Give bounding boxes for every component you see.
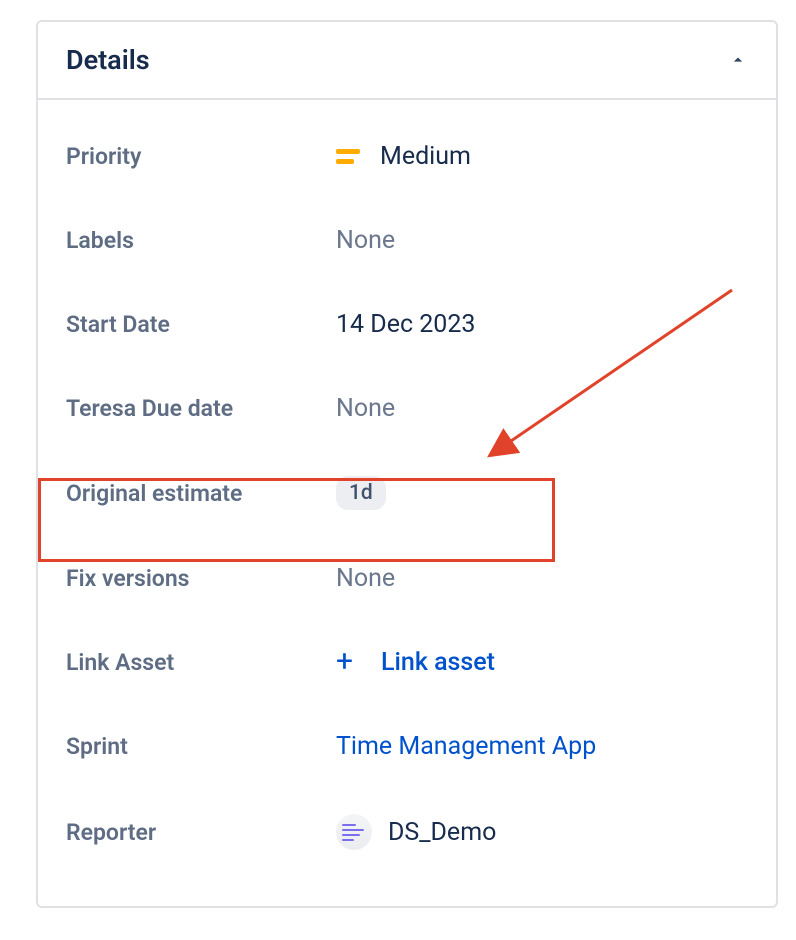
details-panel: Details Priority Medium Labels None Star… bbox=[36, 20, 778, 908]
details-panel-body: Priority Medium Labels None Start Date 1… bbox=[38, 100, 776, 906]
priority-value: Medium bbox=[336, 142, 471, 171]
field-label: Sprint bbox=[66, 733, 336, 760]
field-label: Original estimate bbox=[66, 480, 336, 507]
avatar bbox=[336, 814, 372, 850]
sprint-link[interactable]: Time Management App bbox=[336, 732, 596, 761]
field-label: Fix versions bbox=[66, 565, 336, 592]
field-label: Priority bbox=[66, 143, 336, 170]
priority-text: Medium bbox=[380, 142, 471, 171]
field-label: Labels bbox=[66, 227, 336, 254]
field-label: Link Asset bbox=[66, 649, 336, 676]
field-label: Reporter bbox=[66, 819, 336, 846]
link-asset-text: Link asset bbox=[381, 648, 495, 677]
chevron-up-icon bbox=[728, 50, 748, 70]
field-row-sprint[interactable]: Sprint Time Management App bbox=[38, 704, 776, 788]
field-row-original-estimate[interactable]: Original estimate 1d bbox=[38, 450, 776, 536]
reporter-value-wrap: DS_Demo bbox=[336, 814, 496, 850]
link-asset-action[interactable]: + Link asset bbox=[336, 647, 495, 677]
plus-icon: + bbox=[336, 647, 353, 677]
priority-medium-icon bbox=[336, 144, 360, 168]
fix-versions-value: None bbox=[336, 564, 395, 593]
details-panel-header[interactable]: Details bbox=[38, 22, 776, 100]
field-row-link-asset[interactable]: Link Asset + Link asset bbox=[38, 620, 776, 704]
labels-value: None bbox=[336, 226, 395, 255]
field-row-priority[interactable]: Priority Medium bbox=[38, 114, 776, 198]
field-row-start-date[interactable]: Start Date 14 Dec 2023 bbox=[38, 282, 776, 366]
field-row-due-date[interactable]: Teresa Due date None bbox=[38, 366, 776, 450]
field-label: Teresa Due date bbox=[66, 395, 336, 422]
original-estimate-value: 1d bbox=[336, 476, 386, 510]
field-row-labels[interactable]: Labels None bbox=[38, 198, 776, 282]
due-date-value: None bbox=[336, 394, 395, 423]
start-date-value: 14 Dec 2023 bbox=[336, 310, 475, 339]
reporter-name: DS_Demo bbox=[388, 818, 496, 847]
field-row-fix-versions[interactable]: Fix versions None bbox=[38, 536, 776, 620]
field-label: Start Date bbox=[66, 311, 336, 338]
estimate-badge: 1d bbox=[336, 476, 386, 510]
field-row-reporter[interactable]: Reporter DS_Demo bbox=[38, 788, 776, 876]
panel-title: Details bbox=[66, 44, 150, 76]
